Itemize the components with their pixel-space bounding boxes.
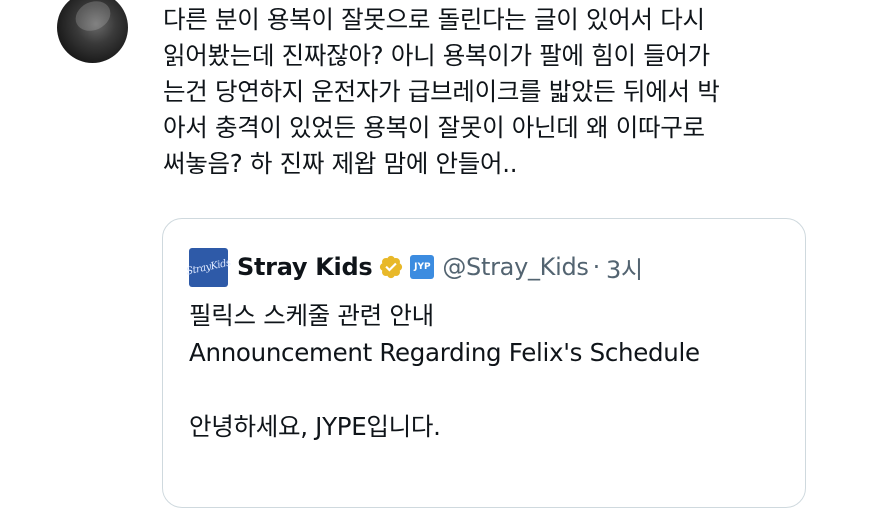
separator-dot: · <box>592 253 601 281</box>
tweet-text-line: 써놓음? 하 진짜 제왑 맘에 안들어.. <box>163 149 518 178</box>
verified-badge-icon <box>380 255 403 279</box>
quoted-author-name[interactable]: Stray Kids <box>237 253 373 281</box>
quoted-body-line: 안녕하세요, JYPE입니다. <box>189 412 441 441</box>
tweet-text-line: 다른 분이 용복이 잘못으로 돌린다는 글이 있어서 다시 <box>163 5 705 34</box>
quoted-body-blank-line <box>189 371 789 408</box>
tweet-text: 다른 분이 용복이 잘못으로 돌린다는 글이 있어서 다시 읽어봤는데 진짜잖아… <box>163 2 853 182</box>
quoted-body-line: Announcement Regarding Felix's Schedule <box>189 338 700 367</box>
quoted-tweet-card[interactable]: StrayKids Stray Kids JYP @Stray_Kids · 3… <box>162 218 806 508</box>
quoted-tweet-timestamp[interactable]: 3시 <box>606 250 643 285</box>
affiliate-badge-icon[interactable]: JYP <box>410 255 435 279</box>
stray-kids-logo-avatar[interactable]: StrayKids <box>185 247 232 287</box>
quoted-tweet-body: 필릭스 스케줄 관련 안내 Announcement Regarding Fel… <box>189 297 789 445</box>
quoted-tweet-header: StrayKids Stray Kids JYP @Stray_Kids · 3… <box>185 247 643 287</box>
affiliate-badge-label: JYP <box>414 262 431 272</box>
quoted-author-handle[interactable]: @Stray_Kids <box>442 253 589 281</box>
quoted-body-line: 필릭스 스케줄 관련 안내 <box>189 301 434 330</box>
tweet-text-line: 아서 충격이 있었든 용복이 잘못이 아닌데 왜 이따구로 <box>163 113 705 142</box>
logo-text: StrayKids <box>185 256 232 278</box>
tweet-text-line: 는건 당연하지 운전자가 급브레이크를 밟았든 뒤에서 박 <box>163 77 720 106</box>
user-avatar[interactable] <box>57 0 128 63</box>
tweet-text-line: 읽어봤는데 진짜잖아? 아니 용복이가 팔에 힘이 들어가 <box>163 41 710 70</box>
